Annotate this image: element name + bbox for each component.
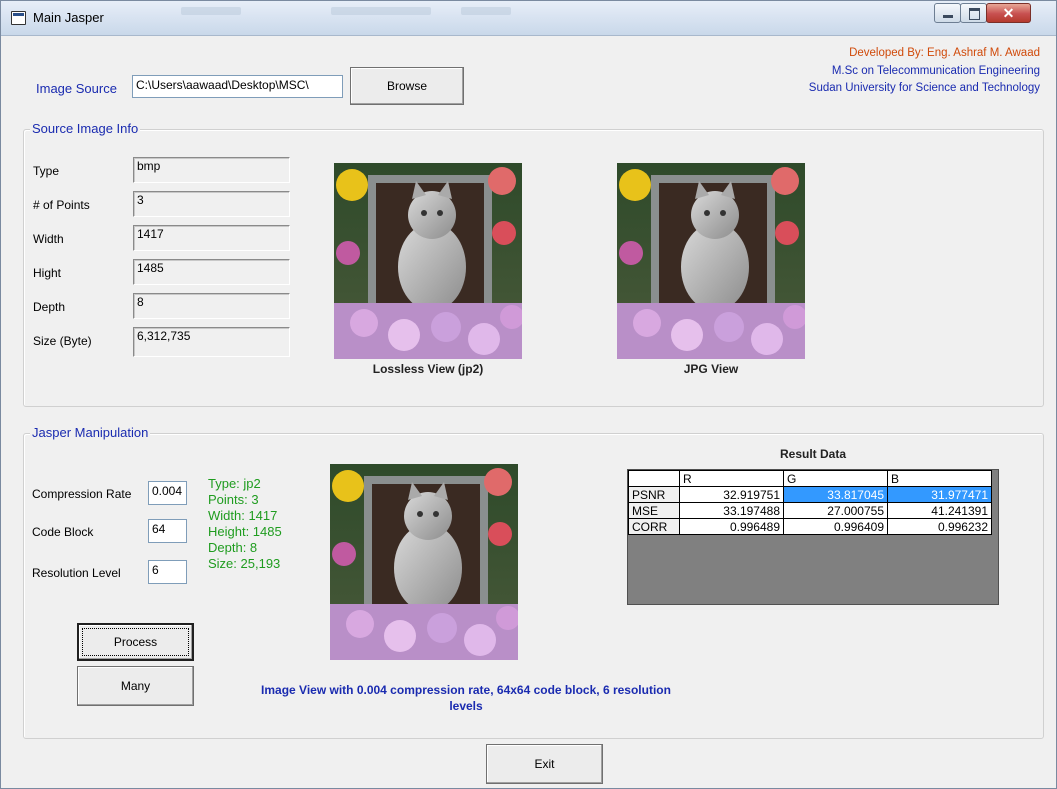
psnr-g-cell[interactable]: 33.817045 xyxy=(783,486,888,503)
corr-r-cell[interactable]: 0.996489 xyxy=(679,518,784,535)
row-header-corr[interactable]: CORR xyxy=(628,518,680,535)
focus-ring xyxy=(82,628,189,656)
lossless-view-image xyxy=(334,163,522,359)
table-row: MSE 33.197488 27.000755 41.241391 xyxy=(628,502,992,519)
browse-button[interactable]: Browse xyxy=(350,67,464,105)
result-depth: Depth: 8 xyxy=(208,540,258,555)
depth-value: 8 xyxy=(133,293,290,319)
close-button[interactable]: ✕ xyxy=(986,3,1031,23)
window-title: Main Jasper xyxy=(33,10,104,25)
result-height: Height: 1485 xyxy=(208,524,282,539)
compression-rate-label: Compression Rate xyxy=(32,487,132,501)
depth-label: Depth xyxy=(33,300,66,314)
resolution-level-input[interactable]: 6 xyxy=(148,560,187,584)
corr-g-cell[interactable]: 0.996409 xyxy=(783,518,888,535)
compression-rate-input[interactable]: 0.004 xyxy=(148,481,187,505)
mse-g-cell[interactable]: 27.000755 xyxy=(783,502,888,519)
source-image-info-title: Source Image Info xyxy=(30,121,141,136)
jpg-view-image xyxy=(617,163,805,359)
column-header-r[interactable]: R xyxy=(679,470,784,487)
mse-b-cell[interactable]: 41.241391 xyxy=(887,502,992,519)
developer-credit: Developed By: Eng. Ashraf M. Awaad xyxy=(849,47,1040,59)
background-blur xyxy=(181,7,241,15)
row-header-mse[interactable]: MSE xyxy=(628,502,680,519)
university-credit: Sudan University for Science and Technol… xyxy=(808,82,1040,94)
process-button[interactable]: Process xyxy=(77,623,194,661)
result-width: Width: 1417 xyxy=(208,508,278,523)
size-value: 6,312,735 xyxy=(133,327,290,357)
compressed-view-image xyxy=(330,464,518,660)
image-view-caption-line1: Image View with 0.004 compression rate, … xyxy=(261,683,671,697)
lossless-view-caption: Lossless View (jp2) xyxy=(372,362,484,376)
result-data-grid[interactable]: R G B PSNR 32.919751 33.817045 31.977471… xyxy=(627,469,999,605)
mse-r-cell[interactable]: 33.197488 xyxy=(679,502,784,519)
result-data-title: Result Data xyxy=(779,447,847,461)
title-bar[interactable]: Main Jasper ✕ xyxy=(1,1,1056,36)
corner-cell xyxy=(628,470,680,487)
image-source-input[interactable]: C:\Users\aawaad\Desktop\MSC\ xyxy=(132,75,343,98)
degree-credit: M.Sc on Telecommunication Engineering xyxy=(831,65,1040,77)
result-points: Points: 3 xyxy=(208,492,259,507)
code-block-label: Code Block xyxy=(32,525,94,539)
type-label: Type xyxy=(33,164,60,178)
resolution-level-label: Resolution Level xyxy=(32,566,121,580)
background-blur xyxy=(461,7,511,15)
jpg-view-caption: JPG View xyxy=(683,362,739,376)
image-view-caption-line2: levels xyxy=(449,699,483,713)
type-value: bmp xyxy=(133,157,290,183)
corr-b-cell[interactable]: 0.996232 xyxy=(887,518,992,535)
result-size: Size: 25,193 xyxy=(208,556,281,571)
width-value: 1417 xyxy=(133,225,290,251)
column-header-b[interactable]: B xyxy=(887,470,992,487)
app-window-icon xyxy=(11,11,26,25)
points-label: # of Points xyxy=(33,198,90,212)
many-button[interactable]: Many xyxy=(77,666,194,706)
jasper-manipulation-title: Jasper Manipulation xyxy=(30,425,151,440)
row-header-psnr[interactable]: PSNR xyxy=(628,486,680,503)
table-header-row: R G B xyxy=(628,470,992,487)
table-row: PSNR 32.919751 33.817045 31.977471 xyxy=(628,486,992,503)
exit-button[interactable]: Exit xyxy=(486,744,603,784)
height-value: 1485 xyxy=(133,259,290,285)
main-window: Main Jasper ✕ Developed By: Eng. Ashraf … xyxy=(0,0,1057,789)
minimize-button[interactable] xyxy=(934,3,961,23)
size-label: Size (Byte) xyxy=(33,334,92,348)
close-icon: ✕ xyxy=(1002,5,1015,21)
result-table: R G B PSNR 32.919751 33.817045 31.977471… xyxy=(628,470,992,535)
minimize-icon xyxy=(943,15,953,18)
image-source-label: Image Source xyxy=(36,81,117,96)
background-blur xyxy=(331,7,431,15)
maximize-icon xyxy=(969,8,980,20)
result-type: Type: jp2 xyxy=(208,476,261,491)
table-row: CORR 0.996489 0.996409 0.996232 xyxy=(628,518,992,535)
points-value: 3 xyxy=(133,191,290,217)
psnr-b-cell[interactable]: 31.977471 xyxy=(887,486,992,503)
code-block-input[interactable]: 64 xyxy=(148,519,187,543)
maximize-button[interactable] xyxy=(960,3,987,23)
width-label: Width xyxy=(33,232,64,246)
column-header-g[interactable]: G xyxy=(783,470,888,487)
psnr-r-cell[interactable]: 32.919751 xyxy=(679,486,784,503)
height-label: Hight xyxy=(33,266,62,280)
